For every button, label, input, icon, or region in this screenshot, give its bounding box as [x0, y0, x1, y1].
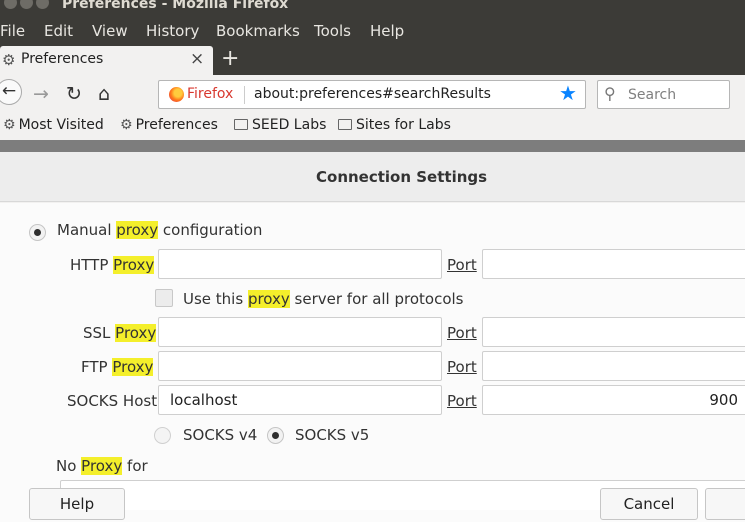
dialog-header: Connection Settings	[0, 152, 745, 202]
manual-proxy-radio[interactable]	[29, 224, 46, 241]
identity-label[interactable]: Firefox	[187, 86, 233, 102]
bookmark-preferences[interactable]: ⚙ Preferences	[120, 117, 218, 133]
ftp-port-label: Port	[447, 358, 477, 376]
ssl-proxy-field[interactable]	[158, 317, 442, 347]
socks-port-field[interactable]	[482, 385, 745, 415]
close-tab-icon[interactable]: ×	[190, 49, 204, 69]
menu-bar: File Edit View History Bookmarks Tools H…	[0, 14, 745, 46]
cancel-button[interactable]: Cancel	[600, 488, 698, 520]
tab-strip: ⚙ Preferences × +	[0, 46, 745, 75]
menu-tools[interactable]: Tools	[314, 22, 351, 40]
bookmark-most-visited[interactable]: ⚙ Most Visited	[3, 117, 104, 133]
new-tab-icon[interactable]: +	[221, 46, 239, 71]
socks-host-field[interactable]	[158, 385, 442, 415]
bookmark-label: Most Visited	[18, 117, 104, 133]
ok-button[interactable]	[705, 488, 745, 520]
firefox-logo-icon	[169, 87, 184, 102]
ftp-proxy-label: FTP Proxy	[81, 358, 154, 376]
http-port-field[interactable]	[482, 249, 745, 279]
bookmarks-toolbar: ⚙ Most Visited ⚙ Preferences SEED Labs Sit…	[0, 114, 745, 140]
bookmark-label: Preferences	[135, 117, 218, 133]
http-proxy-label: HTTP Proxy	[70, 256, 155, 274]
ftp-port-field[interactable]	[482, 351, 745, 381]
use-proxy-all-protocols-label[interactable]: Use this proxy server for all protocols	[183, 290, 464, 308]
bookmark-label: Sites for Labs	[356, 117, 451, 133]
tab-preferences[interactable]: ⚙ Preferences ×	[0, 46, 213, 75]
url-text[interactable]: about:preferences#searchResults	[254, 86, 491, 102]
forward-arrow-icon[interactable]: →	[33, 83, 49, 105]
close-window-icon[interactable]	[4, 0, 17, 9]
menu-history[interactable]: History	[146, 22, 199, 40]
gear-icon: ⚙	[120, 117, 133, 133]
back-arrow-icon[interactable]: ←	[0, 79, 22, 105]
use-proxy-all-protocols-checkbox[interactable]	[155, 289, 173, 307]
manual-proxy-label[interactable]: Manual proxy configuration	[57, 221, 262, 239]
ssl-port-field[interactable]	[482, 317, 745, 347]
connection-settings-dialog: Connection Settings Manual proxy configu…	[0, 152, 745, 522]
home-icon[interactable]: ⌂	[98, 83, 110, 105]
bookmark-seed-labs[interactable]: SEED Labs	[234, 117, 326, 133]
url-bar[interactable]: Firefox about:preferences#searchResults …	[158, 80, 586, 109]
folder-icon	[234, 119, 248, 130]
menu-file[interactable]: File	[0, 22, 25, 40]
no-proxy-for-label: No Proxy for	[56, 457, 148, 475]
search-bar[interactable]: ⚲	[597, 80, 730, 109]
socks-v5-radio[interactable]	[267, 427, 284, 444]
menu-help[interactable]: Help	[370, 22, 404, 40]
dialog-body: Manual proxy configuration HTTP Proxy Po…	[0, 203, 745, 522]
socks-v4-label[interactable]: SOCKS v4	[183, 426, 257, 444]
bookmark-label: SEED Labs	[252, 117, 327, 133]
socks-host-label: SOCKS Host	[67, 392, 158, 410]
ftp-proxy-field[interactable]	[158, 351, 442, 381]
maximize-window-icon[interactable]	[36, 0, 49, 9]
gear-icon: ⚙	[3, 117, 16, 133]
bookmark-star-icon[interactable]: ★	[559, 81, 577, 105]
menu-bookmarks[interactable]: Bookmarks	[216, 22, 300, 40]
title-bar: Preferences - Mozilla Firefox	[0, 0, 745, 14]
search-icon: ⚲	[604, 84, 616, 103]
reload-icon[interactable]: ↻	[66, 83, 82, 105]
search-input[interactable]	[628, 85, 723, 105]
socks-v4-radio[interactable]	[154, 427, 171, 444]
minimize-window-icon[interactable]	[20, 0, 33, 9]
http-port-label: Port	[447, 256, 477, 274]
folder-icon	[338, 119, 352, 130]
ssl-proxy-label: SSL Proxy	[83, 324, 157, 342]
url-separator	[244, 86, 245, 104]
socks-v5-label[interactable]: SOCKS v5	[295, 426, 369, 444]
navigation-toolbar: ← → ↻ ⌂ Firefox about:preferences#search…	[0, 75, 745, 114]
help-button[interactable]: Help	[29, 488, 125, 520]
bookmark-sites-for-labs[interactable]: Sites for Labs	[338, 117, 451, 133]
gear-icon: ⚙	[2, 51, 16, 69]
http-proxy-field[interactable]	[158, 249, 442, 279]
tab-label: Preferences	[21, 51, 104, 67]
dialog-title: Connection Settings	[316, 168, 488, 186]
menu-edit[interactable]: Edit	[44, 22, 73, 40]
window-title: Preferences - Mozilla Firefox	[62, 0, 289, 12]
ssl-port-label: Port	[447, 324, 477, 342]
menu-view[interactable]: View	[92, 22, 128, 40]
socks-port-label: Port	[447, 392, 477, 410]
page-backdrop	[0, 140, 745, 152]
